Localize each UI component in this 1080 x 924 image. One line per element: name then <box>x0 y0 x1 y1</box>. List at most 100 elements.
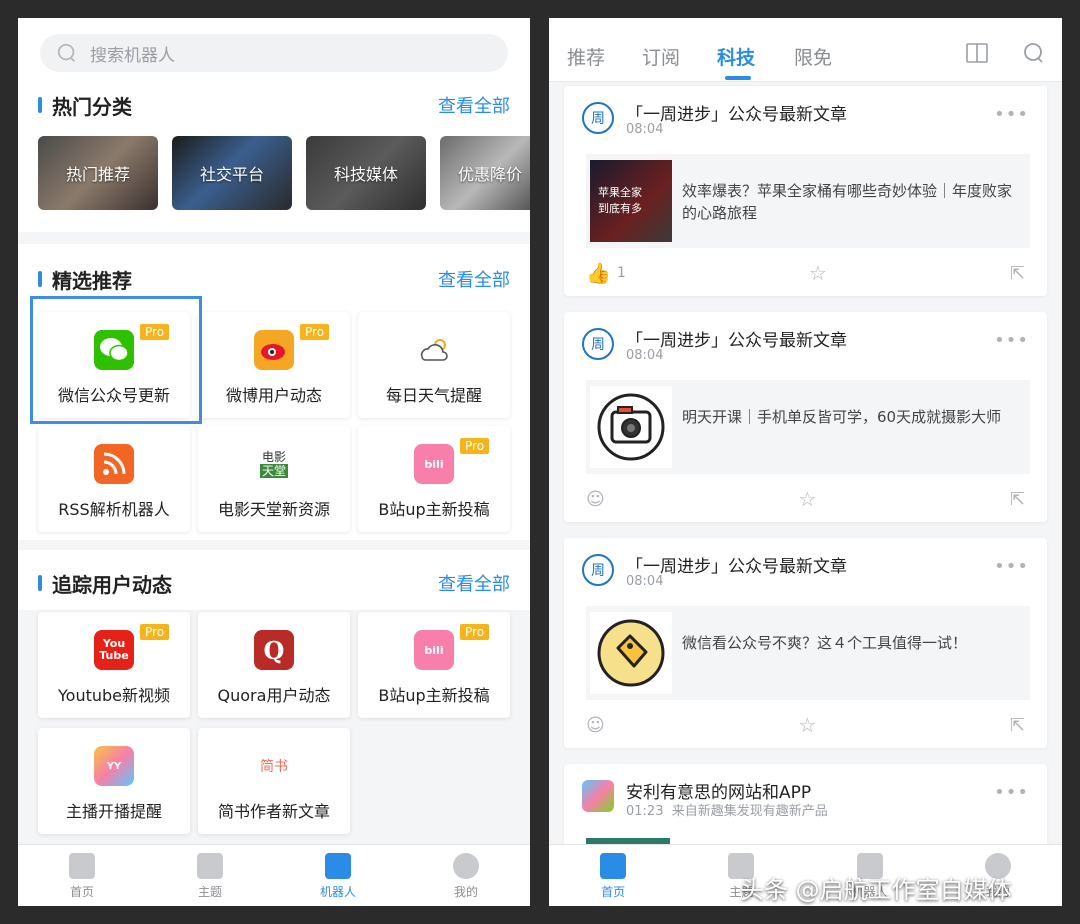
category-card[interactable]: 科技媒体 <box>306 136 426 210</box>
star-icon[interactable]: ☆ <box>798 487 816 511</box>
grid-icon <box>197 853 223 879</box>
smile-icon: ☺ <box>586 714 605 736</box>
bot-card-youtube[interactable]: You Tube Pro Youtube新视频 <box>38 612 190 718</box>
bot-card-bilibili[interactable]: bili Pro B站up主新投稿 <box>358 612 510 718</box>
pro-badge: Pro <box>460 624 490 640</box>
card-body[interactable]: 苹果全家 到底有多 效率爆表？苹果全家桶有哪些奇妙体验｜年度败家的心路旅程 <box>586 154 1030 248</box>
tab-free[interactable]: 限免 <box>794 43 832 70</box>
user-icon <box>453 853 479 879</box>
top-tab-bar: 推荐 订阅 科技 限免 <box>549 18 1062 82</box>
like-button[interactable]: ☺ <box>586 489 605 510</box>
see-all-link[interactable]: 查看全部 <box>438 570 510 596</box>
card-time: 08:04 <box>626 574 664 589</box>
article-title: 效率爆表？苹果全家桶有哪些奇妙体验｜年度败家的心路旅程 <box>682 182 1013 222</box>
youtube-icon: You Tube <box>94 630 134 670</box>
like-button[interactable]: ☺ <box>586 715 605 736</box>
bot-card-quora[interactable]: Q Quora用户动态 <box>198 612 350 718</box>
robot-icon <box>325 853 351 879</box>
share-icon[interactable]: ⇱ <box>1010 489 1025 510</box>
card-subtitle: 来自新趣集发现有趣新产品 <box>671 804 828 819</box>
avatar: 周 <box>582 102 614 134</box>
tab-tech[interactable]: 科技 <box>717 43 755 70</box>
like-button[interactable]: 👍 1 <box>586 261 626 285</box>
tab-robots[interactable]: 机器人 <box>274 845 402 906</box>
bilibili-icon: bili <box>414 444 454 484</box>
see-all-link[interactable]: 查看全部 <box>438 92 510 118</box>
bot-card-jianshu[interactable]: 简书 简书作者新文章 <box>198 728 350 834</box>
more-icon[interactable]: ••• <box>994 104 1029 125</box>
card-body[interactable]: 微信看公众号不爽？这４个工具值得一试！ <box>586 606 1030 700</box>
star-icon[interactable]: ☆ <box>798 713 816 737</box>
bot-card-weather[interactable]: 每日天气提醒 <box>358 312 510 418</box>
section-title: 追踪用户动态 <box>38 569 172 598</box>
rss-icon <box>94 444 134 484</box>
section-title: 精选推荐 <box>38 265 132 294</box>
section-title: 热门分类 <box>38 91 132 120</box>
bot-name: B站up主新投稿 <box>378 500 490 519</box>
like-count: 1 <box>616 265 626 281</box>
home-icon <box>600 853 627 879</box>
card-time: 01:23 来自新趣集发现有趣新产品 <box>626 800 828 819</box>
bot-card-weibo[interactable]: Pro 微博用户动态 <box>198 312 350 418</box>
bot-name: 每日天气提醒 <box>385 386 482 405</box>
tab-me[interactable]: 我的 <box>402 845 530 906</box>
tab-home[interactable]: 首页 <box>18 845 146 906</box>
tab-label: 首页 <box>69 885 94 899</box>
search-section: 搜索机器人 <box>18 18 530 90</box>
card-time: 08:04 <box>626 348 664 363</box>
bot-card-live[interactable]: YY 主播开播提醒 <box>38 728 190 834</box>
featured-header: 精选推荐 查看全部 <box>38 264 510 294</box>
star-icon[interactable]: ☆ <box>809 261 827 285</box>
see-all-link[interactable]: 查看全部 <box>438 266 510 292</box>
app-collage-icon <box>582 780 614 812</box>
card-actions: ☺ ☆ ⇱ <box>586 484 1025 514</box>
weather-icon <box>414 330 454 370</box>
more-icon[interactable]: ••• <box>994 556 1029 577</box>
bot-card-bilibili[interactable]: bili Pro B站up主新投稿 <box>358 426 510 532</box>
article-title: 微信看公众号不爽？这４个工具值得一试！ <box>682 634 968 652</box>
more-icon[interactable]: ••• <box>994 782 1029 803</box>
share-icon[interactable]: ⇱ <box>1010 715 1025 736</box>
bot-name: Quora用户动态 <box>217 686 331 705</box>
camera-icon <box>597 393 665 461</box>
category-card[interactable]: 社交平台 <box>172 136 292 210</box>
pro-badge: Pro <box>140 624 170 640</box>
search-input[interactable]: 搜索机器人 <box>40 34 508 72</box>
tab-recommend[interactable]: 推荐 <box>567 43 605 70</box>
pro-badge: Pro <box>300 324 330 340</box>
card-body[interactable]: 明天开课｜手机单反皆可学，60天成就摄影大师 <box>586 380 1030 474</box>
feed-card[interactable]: 周 「一周进步」公众号最新文章 08:04 ••• 明天开课｜手机单反皆可学，6… <box>564 312 1047 522</box>
feed-card[interactable]: 周 「一周进步」公众号最新文章 08:04 ••• 微信看公众号不爽？这４个工具… <box>564 538 1047 748</box>
home-icon <box>69 853 95 879</box>
hot-categories-section: 热门分类 查看全部 热门推荐 社交平台 科技媒体 优惠降价 <box>18 82 530 232</box>
more-icon[interactable]: ••• <box>994 330 1029 351</box>
tab-home[interactable]: 首页 <box>549 845 677 906</box>
jianshu-icon: 简书 <box>260 759 288 775</box>
bot-card-movie[interactable]: 电影 天堂 电影天堂新资源 <box>198 426 350 532</box>
feed-card[interactable]: 周 「一周进步」公众号最新文章 08:04 ••• 苹果全家 到底有多 效率爆表… <box>564 86 1047 296</box>
bot-name: 电影天堂新资源 <box>217 500 330 519</box>
watermark-text: 头条 @启航工作室自媒体 <box>740 876 1012 904</box>
tab-topics[interactable]: 主题 <box>146 845 274 906</box>
category-card[interactable]: 优惠降价 <box>440 136 530 210</box>
right-phone-screen: 推荐 订阅 科技 限免 周 「一周进步」公众号最新文章 08:04 ••• 苹果… <box>549 18 1062 906</box>
tab-subscribe[interactable]: 订阅 <box>642 43 680 70</box>
article-title: 明天开课｜手机单反皆可学，60天成就摄影大师 <box>682 408 1002 426</box>
card-actions: 👍 1 ☆ ⇱ <box>586 258 1025 288</box>
share-icon[interactable]: ⇱ <box>1010 263 1025 284</box>
tag-thumbnail <box>590 612 672 694</box>
category-card[interactable]: 热门推荐 <box>38 136 158 210</box>
camera-thumbnail <box>590 386 672 468</box>
bot-name: Youtube新视频 <box>58 686 170 705</box>
book-icon[interactable] <box>964 40 990 66</box>
tab-label: 我的 <box>453 885 478 899</box>
category-carousel[interactable]: 热门推荐 社交平台 科技媒体 优惠降价 <box>38 136 530 210</box>
search-placeholder: 搜索机器人 <box>90 45 175 66</box>
bot-card-rss[interactable]: RSS解析机器人 <box>38 426 190 532</box>
tag-icon <box>597 619 665 687</box>
weibo-icon <box>254 330 294 370</box>
selection-highlight <box>30 296 202 424</box>
card-actions: ☺ ☆ ⇱ <box>586 710 1025 740</box>
search-icon[interactable] <box>1021 40 1047 66</box>
quora-icon: Q <box>254 630 294 670</box>
